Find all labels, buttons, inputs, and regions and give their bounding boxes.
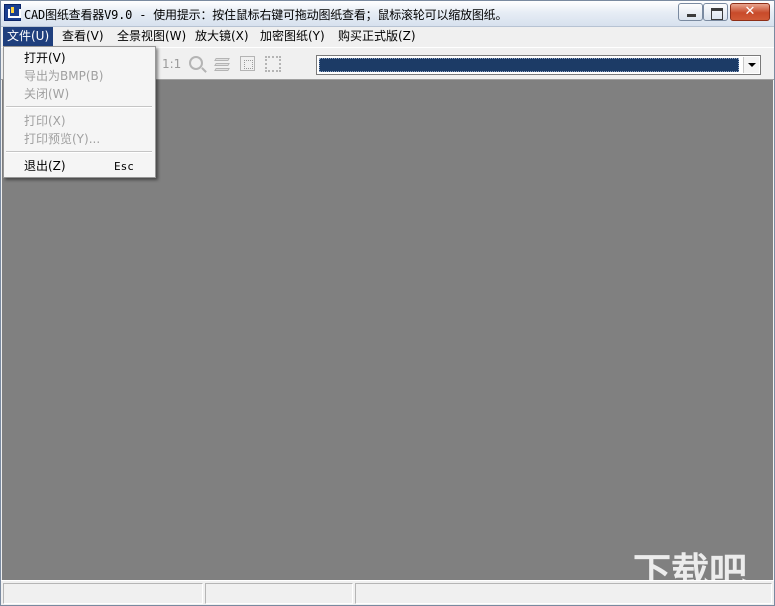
- menu-item-open[interactable]: 打开(V): [24, 50, 66, 67]
- menu-item-export-bmp[interactable]: 导出为BMP(B): [24, 68, 103, 85]
- close-icon: ✕: [744, 4, 756, 19]
- menu-item-print[interactable]: 打印(X): [24, 113, 66, 130]
- fit-window-icon[interactable]: [240, 56, 255, 71]
- menu-separator: [6, 151, 152, 153]
- status-pane-1: [3, 583, 203, 604]
- window-title: CAD图纸查看器V9.0 - 使用提示：按住鼠标右键可拖动图纸查看；鼠标滚轮可以…: [24, 8, 508, 22]
- exit-shortcut: Esc: [114, 160, 134, 173]
- menu-magnifier[interactable]: 放大镜(X): [191, 27, 253, 46]
- status-pane-2: [205, 583, 353, 604]
- menu-buy[interactable]: 购买正式版(Z): [334, 27, 420, 46]
- app-window: CAD图纸查看器V9.0 - 使用提示：按住鼠标右键可拖动图纸查看；鼠标滚轮可以…: [0, 0, 775, 606]
- layers-icon[interactable]: [214, 56, 231, 73]
- menu-file[interactable]: 文件(U): [3, 27, 54, 46]
- app-icon[interactable]: [4, 4, 21, 21]
- file-menu-dropdown: 打开(V) 导出为BMP(B) 关闭(W) 打印(X) 打印预览(Y)... 退…: [3, 46, 156, 178]
- menu-encrypt[interactable]: 加密图纸(Y): [256, 27, 329, 46]
- menu-overview[interactable]: 全景视图(W): [113, 27, 190, 46]
- layer-select[interactable]: [316, 55, 761, 75]
- close-button[interactable]: ✕: [730, 3, 770, 21]
- chevron-down-icon[interactable]: [743, 57, 759, 73]
- title-bar[interactable]: CAD图纸查看器V9.0 - 使用提示：按住鼠标右键可拖动图纸查看；鼠标滚轮可以…: [1, 1, 774, 27]
- actual-size-button[interactable]: 1:1: [162, 57, 181, 71]
- menu-separator: [6, 106, 152, 108]
- menu-item-close[interactable]: 关闭(W): [24, 86, 69, 103]
- menu-bar: 文件(U) 查看(V) 全景视图(W) 放大镜(X) 加密图纸(Y) 购买正式版…: [1, 27, 774, 46]
- status-bar: [1, 580, 774, 605]
- status-pane-3: [355, 583, 772, 604]
- zoom-icon[interactable]: [189, 56, 203, 70]
- menu-view[interactable]: 查看(V): [58, 27, 108, 46]
- menu-item-print-preview[interactable]: 打印预览(Y)...: [24, 131, 100, 148]
- layer-select-value: [319, 58, 739, 72]
- menu-item-exit[interactable]: 退出(Z): [24, 158, 66, 175]
- select-region-icon[interactable]: [265, 56, 281, 72]
- maximize-button[interactable]: [703, 3, 728, 21]
- minimize-button[interactable]: [678, 3, 703, 21]
